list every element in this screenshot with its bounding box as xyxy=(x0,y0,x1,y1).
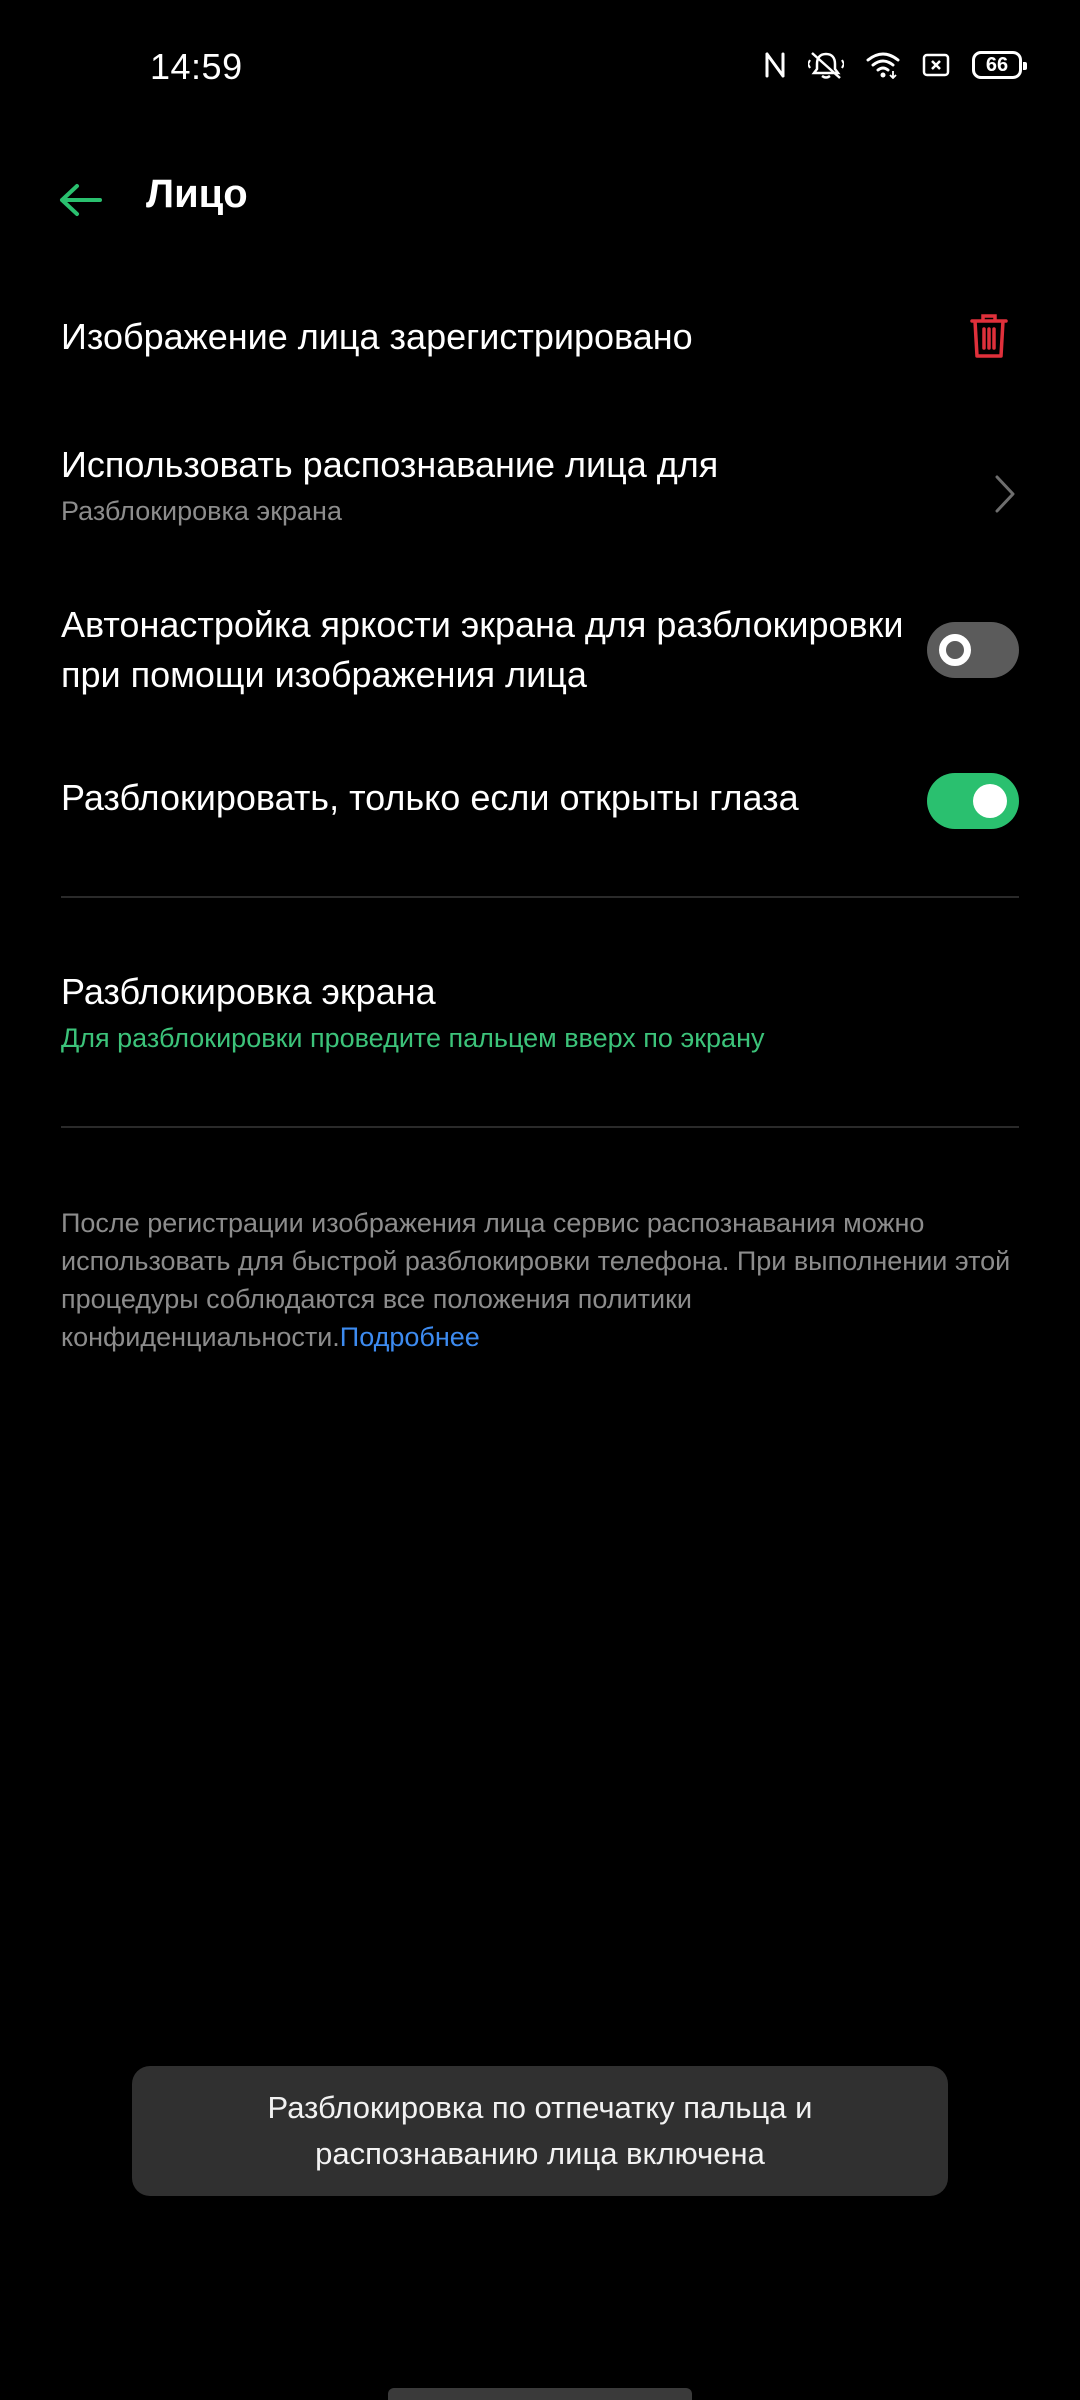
chevron-right-icon xyxy=(983,464,1027,524)
wifi-icon xyxy=(866,51,900,79)
trash-icon xyxy=(970,314,1008,358)
toast-message: Разблокировка по отпечатку пальца и расп… xyxy=(132,2066,948,2196)
divider xyxy=(61,1126,1019,1128)
delete-face-button[interactable] xyxy=(959,306,1019,366)
vibrate-icon xyxy=(808,50,844,80)
use-face-recognition-value: Разблокировка экрана xyxy=(61,496,342,526)
back-button[interactable] xyxy=(50,170,110,230)
lock-screen-row[interactable]: Разблокировка экрана Для разблокировки п… xyxy=(61,967,1019,1054)
eyes-open-row: Разблокировать, только если открыты глаз… xyxy=(61,773,1019,829)
eyes-open-toggle[interactable] xyxy=(927,773,1019,829)
toggle-knob xyxy=(939,634,971,666)
use-face-recognition-row[interactable]: Использовать распознавание лица для Разб… xyxy=(61,440,1019,527)
privacy-footnote: После регистрации изображения лица серви… xyxy=(61,1204,1011,1356)
battery-icon: 66 xyxy=(972,51,1027,79)
privacy-footnote-text: После регистрации изображения лица серви… xyxy=(61,1208,1011,1352)
face-registered-label: Изображение лица зарегистрировано xyxy=(61,316,693,357)
sim-icon xyxy=(922,52,950,78)
toggle-knob xyxy=(973,784,1007,818)
eyes-open-label: Разблокировать, только если открыты глаз… xyxy=(61,777,799,818)
face-settings-screen: 14:59 66 Лицо Изображение лица зарегистр… xyxy=(0,0,1080,2400)
status-bar: 14:59 66 xyxy=(0,0,1080,130)
toolbar: Лицо xyxy=(0,150,1080,250)
back-arrow-icon xyxy=(60,184,102,216)
home-indicator[interactable] xyxy=(388,2388,692,2400)
nfc-icon xyxy=(764,52,786,78)
lock-screen-label: Разблокировка экрана xyxy=(61,971,436,1012)
status-time: 14:59 xyxy=(150,46,243,87)
learn-more-link[interactable]: Подробнее xyxy=(340,1322,480,1352)
status-icons: 66 xyxy=(764,50,1027,80)
lock-screen-hint: Для разблокировки проведите пальцем ввер… xyxy=(61,1023,765,1053)
auto-brightness-row: Автонастройка яркости экрана для разблок… xyxy=(61,600,1019,700)
page-title: Лицо xyxy=(146,172,248,216)
face-registered-row: Изображение лица зарегистрировано xyxy=(61,312,1019,372)
divider xyxy=(61,896,1019,898)
auto-brightness-label: Автонастройка яркости экрана для разблок… xyxy=(61,604,904,695)
auto-brightness-toggle[interactable] xyxy=(927,622,1019,678)
use-face-recognition-label: Использовать распознавание лица для xyxy=(61,444,719,485)
